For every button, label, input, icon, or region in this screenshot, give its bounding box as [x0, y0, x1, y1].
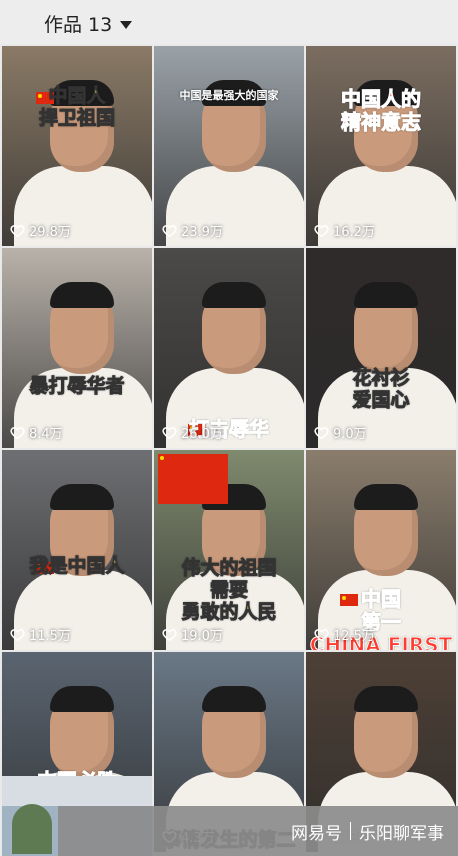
likes-count: 16.2万: [314, 221, 375, 240]
header-bar: 作品 13: [0, 0, 458, 44]
chevron-down-icon: [120, 20, 133, 29]
video-tile[interactable]: 中国人 捍卫祖国 29.8万: [2, 46, 152, 246]
video-caption: 伟大的祖国 需要 勇敢的人民: [181, 557, 277, 623]
video-caption: 中国人 捍卫祖国: [38, 85, 115, 130]
video-caption: 中国人的 精神意志: [341, 87, 422, 134]
heart-icon: [162, 223, 177, 238]
likes-count: 12.5万: [314, 625, 375, 644]
likes-count: 23.9万: [162, 221, 223, 240]
heart-icon: [10, 627, 25, 642]
video-tile[interactable]: 我是中国人 11.5万: [2, 450, 152, 650]
likes-count: 11.5万: [10, 625, 71, 644]
likes-count: 9.0万: [314, 423, 367, 442]
works-count-dropdown[interactable]: 作品 13: [44, 10, 133, 37]
tree: [12, 804, 52, 854]
video-caption: 我是中国人: [29, 555, 125, 578]
likes-value: 9.0万: [333, 427, 367, 442]
heart-icon: [10, 223, 25, 238]
video-tile[interactable]: 打击辱华 26.0万: [154, 248, 304, 448]
video-caption: 中国是最强大的国家: [179, 89, 279, 102]
video-tile[interactable]: 中国是最强大的国家 23.9万: [154, 46, 304, 246]
watermark-brand: 网易号: [291, 823, 342, 844]
video-tile[interactable]: 暴打辱华者 8.4万: [2, 248, 152, 448]
works-count-label: 作品 13: [44, 14, 113, 36]
person-hair: [202, 282, 266, 308]
video-caption: 暴打辱华者: [29, 375, 125, 398]
sky: [2, 776, 152, 806]
likes-value: 8.4万: [29, 427, 63, 442]
person-hair: [354, 686, 418, 712]
likes-value: 12.5万: [333, 629, 375, 644]
likes-count: 29.8万: [10, 221, 71, 240]
heart-icon: [162, 425, 177, 440]
heart-icon: [314, 627, 329, 642]
likes-count: 8.4万: [10, 423, 63, 442]
likes-count: 26.0万: [162, 423, 223, 442]
heart-icon: [162, 627, 177, 642]
heart-icon: [10, 425, 25, 440]
likes-value: 19.0万: [181, 629, 223, 644]
person-hair: [354, 282, 418, 308]
likes-value: 16.2万: [333, 225, 375, 240]
video-tile[interactable]: 伟大的祖国 需要 勇敢的人民 19.0万: [154, 450, 304, 650]
heart-icon: [314, 425, 329, 440]
video-tile[interactable]: 中国 第一 CHINA FIRST 12.5万: [306, 450, 456, 650]
likes-value: 23.9万: [181, 225, 223, 240]
person-hair: [354, 484, 418, 510]
person-hair: [50, 282, 114, 308]
person-hair: [50, 686, 114, 712]
person-hair: [202, 686, 266, 712]
likes-value: 29.8万: [29, 225, 71, 240]
video-tile[interactable]: 花衬衫 爱国心 9.0万: [306, 248, 456, 448]
watermark-account: 乐阳聊军事: [359, 823, 444, 844]
likes-count: 19.0万: [162, 625, 223, 644]
person-hair: [50, 484, 114, 510]
video-caption: 花衬衫 爱国心: [352, 367, 410, 412]
likes-value: 11.5万: [29, 629, 71, 644]
watermark-divider: [350, 822, 351, 840]
likes-value: 26.0万: [181, 427, 223, 442]
heart-icon: [314, 223, 329, 238]
watermark-bar: 网易号 乐阳聊军事: [58, 806, 458, 856]
china-flag-icon: [158, 454, 228, 504]
video-tile[interactable]: 中国人的 精神意志 16.2万: [306, 46, 456, 246]
